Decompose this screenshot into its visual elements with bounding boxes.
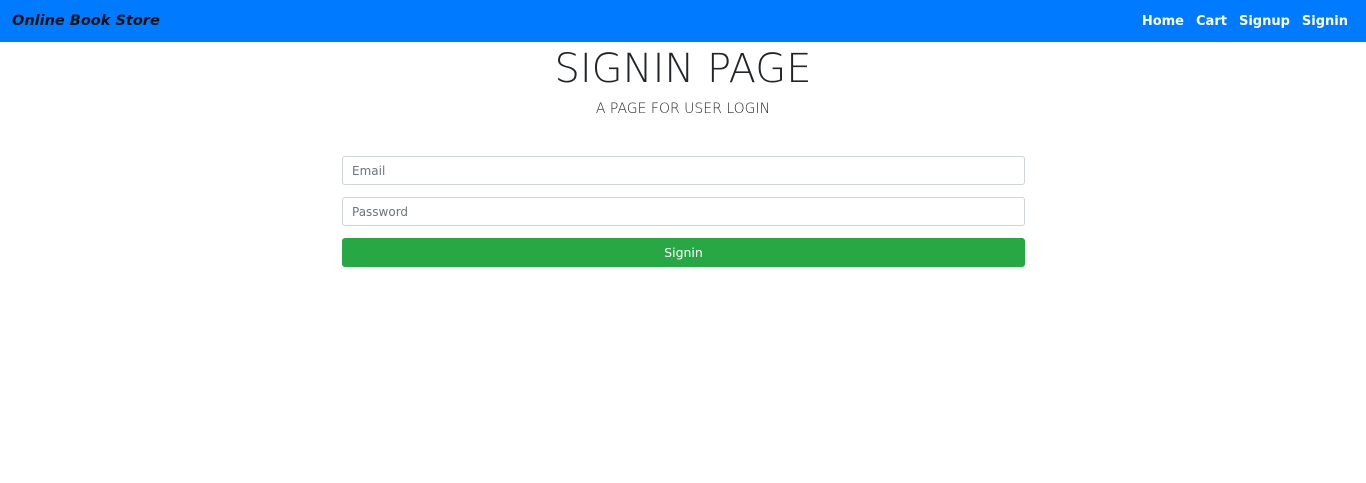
nav-links: Home Cart Signup Signin [1142, 0, 1348, 42]
brand-link[interactable]: Online Book Store [12, 0, 160, 42]
email-input[interactable] [342, 156, 1025, 185]
nav-link-signin[interactable]: Signin [1302, 14, 1348, 29]
signin-button[interactable]: Signin [342, 238, 1025, 267]
nav-link-signup[interactable]: Signup [1239, 14, 1290, 29]
page-title: SIGNIN PAGE [554, 46, 812, 92]
signin-form: Signin [342, 156, 1025, 267]
nav-link-home[interactable]: Home [1142, 14, 1184, 29]
nav-link-cart[interactable]: Cart [1196, 14, 1227, 29]
navbar: Online Book Store Home Cart Signup Signi… [0, 0, 1366, 42]
password-input[interactable] [342, 197, 1025, 226]
page-subtitle: A PAGE FOR USER LOGIN [595, 101, 771, 117]
